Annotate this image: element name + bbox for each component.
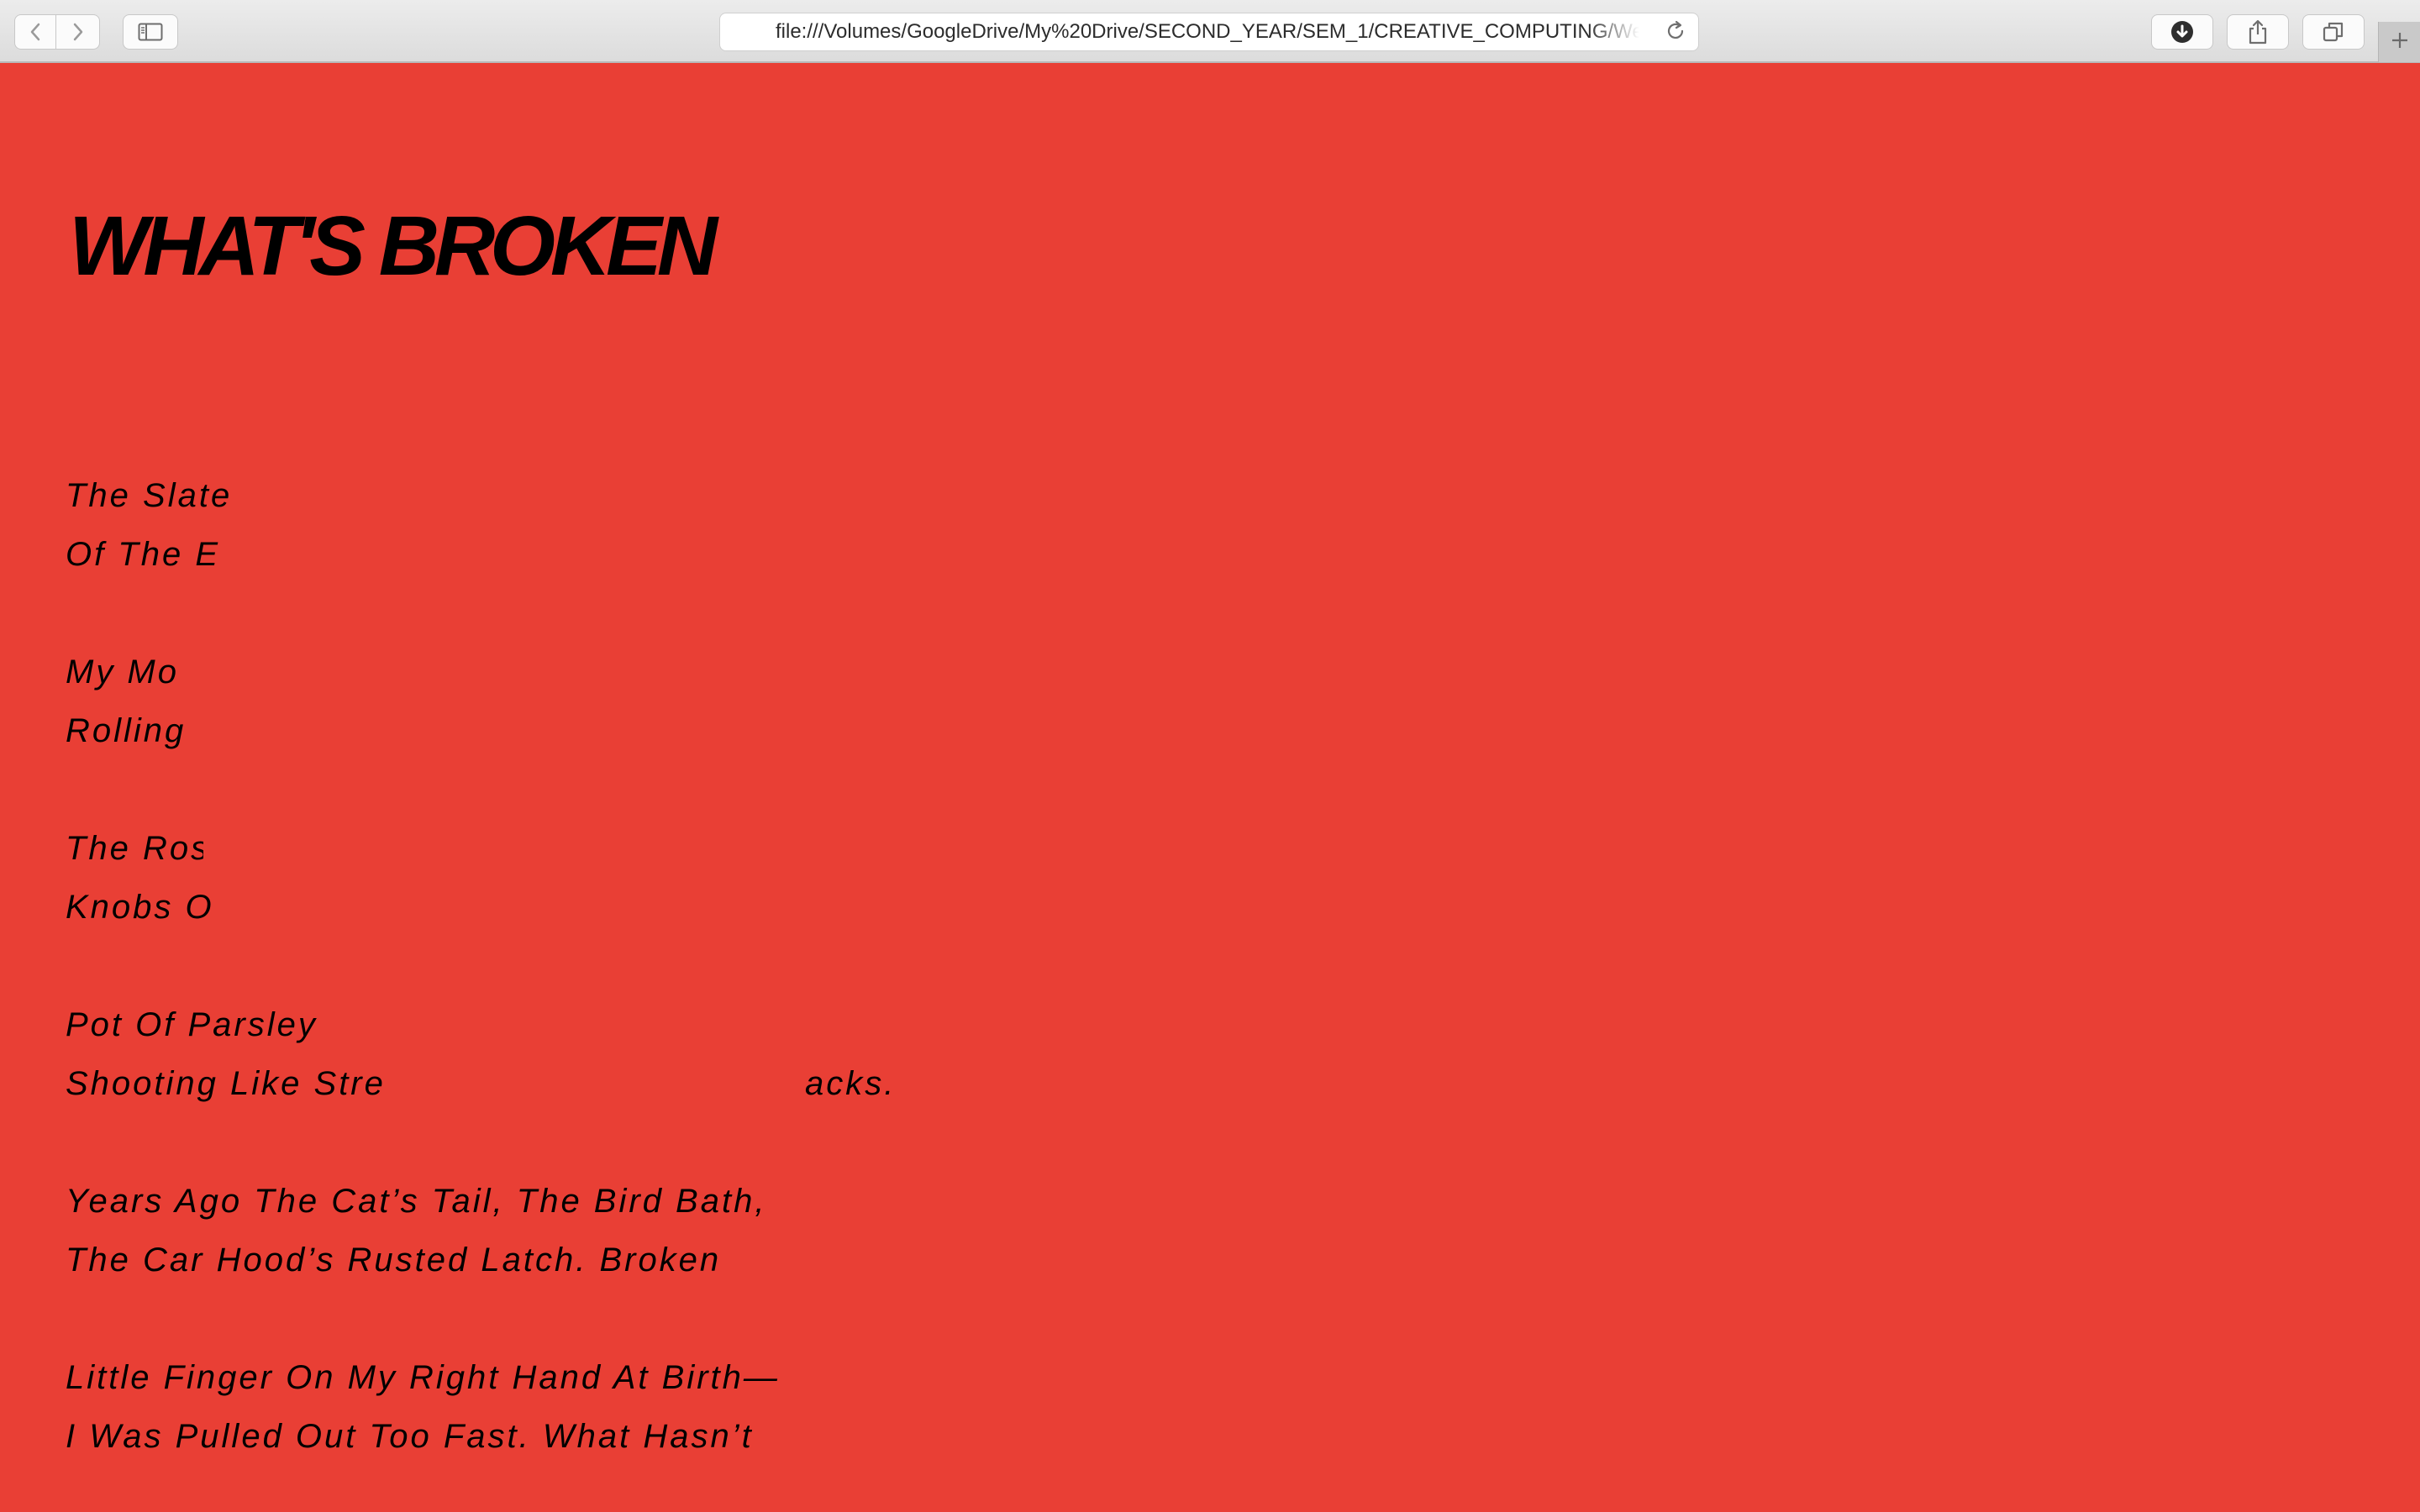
plus-icon xyxy=(2390,30,2410,55)
reload-icon xyxy=(1665,20,1686,46)
page-title: WHAT'S BROKEN xyxy=(69,199,718,293)
poem-line: The Ros xyxy=(66,830,203,867)
forward-button[interactable] xyxy=(56,14,100,50)
url-text[interactable]: file:///Volumes/GoogleDrive/My%20Drive/S… xyxy=(776,13,1639,50)
poem-line: acks. xyxy=(805,1065,897,1102)
sidebar-toggle-button[interactable] xyxy=(123,14,178,50)
share-icon xyxy=(2247,18,2269,45)
poem-line: Years Ago The Cat’s Tail, The Bird Bath, xyxy=(66,1183,767,1220)
tabs-icon xyxy=(2322,20,2345,44)
poem-line: I Was Pulled Out Too Fast. What Hasn’t xyxy=(66,1418,754,1455)
chevron-left-icon xyxy=(29,22,42,42)
poem-line: Little Finger On My Right Hand At Birth— xyxy=(66,1359,780,1396)
poem-line: Pot Of Parsley xyxy=(66,1006,318,1043)
chevron-right-icon xyxy=(71,22,85,42)
poem-line: Shooting Like Stre xyxy=(66,1065,386,1102)
poem-line: Of The E xyxy=(66,536,221,573)
poem-line: The Car Hood’s Rusted Latch. Broken xyxy=(66,1242,722,1278)
downloads-button[interactable] xyxy=(2151,14,2213,50)
share-button[interactable] xyxy=(2227,14,2289,50)
show-tabs-button[interactable] xyxy=(2302,14,2365,50)
poem-line: Rolling xyxy=(66,712,183,749)
poem-line: My Mo xyxy=(66,654,179,690)
web-page: WHAT'S BROKEN The Slate Of The E My Mo R… xyxy=(0,63,2420,1512)
browser-toolbar: file:///Volumes/GoogleDrive/My%20Drive/S… xyxy=(0,0,2420,63)
poem-line: Knobs O xyxy=(66,889,214,926)
sidebar-icon xyxy=(138,23,163,41)
poem-line: The Slate xyxy=(66,477,233,514)
address-bar[interactable]: file:///Volumes/GoogleDrive/My%20Drive/S… xyxy=(719,13,1699,51)
reload-button[interactable] xyxy=(1663,20,1688,45)
new-tab-button[interactable] xyxy=(2378,22,2420,62)
back-button[interactable] xyxy=(14,14,56,50)
download-icon xyxy=(2170,19,2195,45)
